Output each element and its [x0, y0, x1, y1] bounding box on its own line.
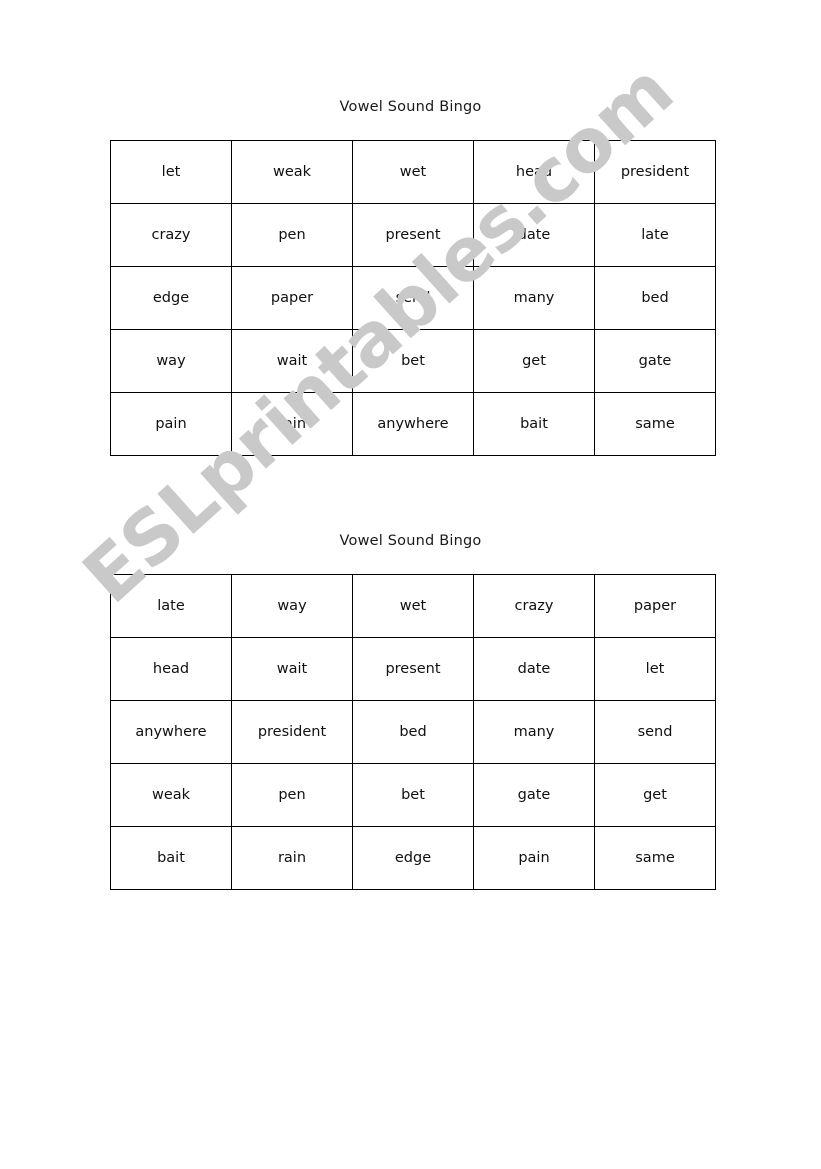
bingo-cell[interactable]: bet — [352, 329, 474, 393]
bingo-cell[interactable]: bet — [352, 763, 474, 827]
table-row: crazy pen present date late — [110, 203, 716, 267]
bingo-cell[interactable]: anywhere — [110, 700, 232, 764]
bingo-cell[interactable]: bait — [110, 826, 232, 890]
bingo-cell[interactable]: many — [473, 700, 595, 764]
table-row: pain rain anywhere bait same — [110, 392, 716, 456]
bingo-cell[interactable]: way — [110, 329, 232, 393]
bingo-cell[interactable]: present — [352, 637, 474, 701]
bingo-cell[interactable]: paper — [594, 574, 716, 638]
bingo-cell[interactable]: wet — [352, 140, 474, 204]
table-row: way wait bet get gate — [110, 329, 716, 393]
bingo-cell[interactable]: crazy — [110, 203, 232, 267]
bingo-cell[interactable]: date — [473, 637, 595, 701]
table-row: let weak wet head president — [110, 140, 716, 204]
bingo-cell[interactable]: get — [594, 763, 716, 827]
bingo-cell[interactable]: late — [594, 203, 716, 267]
bingo-cell[interactable]: edge — [110, 266, 232, 330]
bingo-cell[interactable]: head — [473, 140, 595, 204]
bingo-cell[interactable]: many — [473, 266, 595, 330]
bingo-cell[interactable]: way — [231, 574, 353, 638]
bingo-cell[interactable]: let — [594, 637, 716, 701]
table-row: weak pen bet gate get — [110, 763, 716, 827]
bingo-cell[interactable]: bed — [594, 266, 716, 330]
bingo-cell[interactable]: paper — [231, 266, 353, 330]
bingo-cell[interactable]: same — [594, 392, 716, 456]
bingo-cell[interactable]: head — [110, 637, 232, 701]
bingo-cell[interactable]: same — [594, 826, 716, 890]
bingo-cell[interactable]: pain — [110, 392, 232, 456]
bingo-cell[interactable]: date — [473, 203, 595, 267]
bingo-cell[interactable]: president — [231, 700, 353, 764]
bingo-cell[interactable]: bait — [473, 392, 595, 456]
bingo-cell[interactable]: rain — [231, 392, 353, 456]
bingo-cell[interactable]: wait — [231, 637, 353, 701]
bingo-cell[interactable]: edge — [352, 826, 474, 890]
bingo-cell[interactable]: pen — [231, 203, 353, 267]
bingo-grid-2: late way wet crazy paper head wait prese… — [110, 574, 716, 890]
bingo-cell[interactable]: bed — [352, 700, 474, 764]
table-row: head wait present date let — [110, 637, 716, 701]
bingo-cell[interactable]: crazy — [473, 574, 595, 638]
bingo-cell[interactable]: weak — [110, 763, 232, 827]
bingo-cell[interactable]: rain — [231, 826, 353, 890]
bingo-cell[interactable]: anywhere — [352, 392, 474, 456]
bingo-cell[interactable]: send — [594, 700, 716, 764]
table-row: bait rain edge pain same — [110, 826, 716, 890]
card-2-title: Vowel Sound Bingo — [339, 533, 482, 549]
bingo-cell[interactable]: wait — [231, 329, 353, 393]
bingo-cell[interactable]: pain — [473, 826, 595, 890]
bingo-cell[interactable]: get — [473, 329, 595, 393]
bingo-cell[interactable]: present — [352, 203, 474, 267]
bingo-cell[interactable]: wet — [352, 574, 474, 638]
bingo-cell[interactable]: send — [352, 266, 474, 330]
bingo-cell[interactable]: gate — [473, 763, 595, 827]
bingo-grid-1: let weak wet head president crazy pen pr… — [110, 140, 716, 456]
card-1-title: Vowel Sound Bingo — [339, 99, 482, 115]
bingo-cell[interactable]: weak — [231, 140, 353, 204]
table-row: anywhere president bed many send — [110, 700, 716, 764]
table-row: edge paper send many bed — [110, 266, 716, 330]
table-row: late way wet crazy paper — [110, 574, 716, 638]
bingo-cell[interactable]: pen — [231, 763, 353, 827]
bingo-cell[interactable]: let — [110, 140, 232, 204]
bingo-cell[interactable]: gate — [594, 329, 716, 393]
bingo-cell[interactable]: late — [110, 574, 232, 638]
bingo-cell[interactable]: president — [594, 140, 716, 204]
